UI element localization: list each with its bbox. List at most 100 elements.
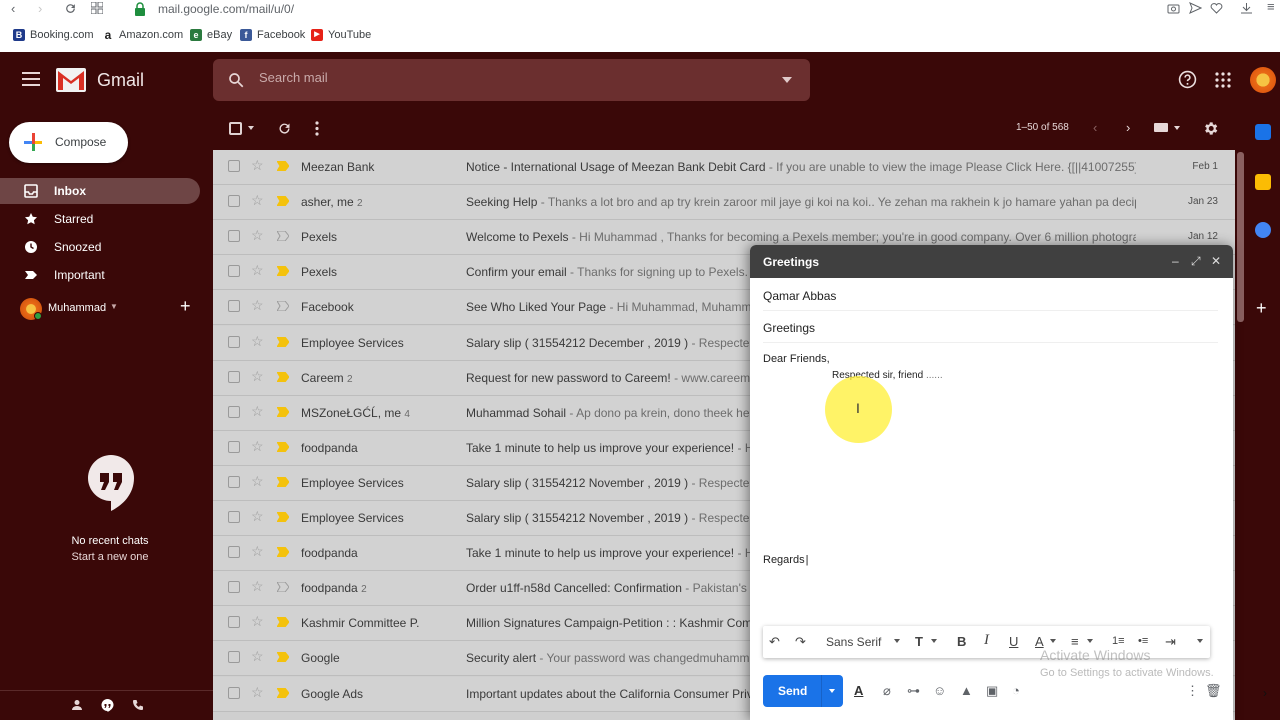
insert-link-icon[interactable]: ⊶ (907, 683, 920, 699)
sidebar-item-inbox[interactable]: Inbox (0, 178, 200, 204)
expand-icon[interactable]: ⤢ (1191, 254, 1201, 269)
font-family-select[interactable]: Sans Serif (826, 635, 881, 649)
phone-icon[interactable] (132, 699, 144, 711)
settings-gear-icon[interactable] (1202, 120, 1219, 137)
row-checkbox[interactable] (228, 616, 240, 629)
scrollbar-thumb[interactable] (1237, 152, 1244, 322)
gmail-logo-icon[interactable] (56, 68, 86, 92)
send-options-chevron-icon[interactable] (829, 689, 835, 693)
row-checkbox[interactable] (228, 581, 240, 594)
subject-field[interactable]: Greetings (763, 311, 1218, 343)
redo-icon[interactable]: ↷ (795, 634, 806, 650)
importance-marker-icon[interactable] (277, 617, 289, 628)
importance-marker-icon[interactable] (277, 687, 289, 698)
hangouts-chat-icon[interactable] (101, 699, 114, 712)
close-icon[interactable]: ✕ (1211, 254, 1221, 268)
search-icon[interactable] (227, 71, 245, 89)
importance-marker-icon[interactable] (277, 547, 289, 558)
star-icon[interactable]: ☆ (251, 543, 264, 560)
importance-marker-icon[interactable] (277, 161, 289, 171)
row-checkbox[interactable] (228, 475, 240, 488)
importance-marker-icon[interactable] (277, 266, 289, 277)
importance-marker-icon[interactable] (277, 582, 289, 593)
row-checkbox[interactable] (228, 160, 240, 172)
star-icon[interactable]: ☆ (251, 508, 264, 525)
bookmark-youtube[interactable]: ▶ YouTube (311, 29, 371, 41)
star-icon[interactable]: ☆ (251, 403, 264, 420)
add-addon-plus-icon[interactable]: + (1256, 298, 1267, 319)
importance-marker-icon[interactable] (277, 476, 289, 487)
gmail-wordmark[interactable]: Gmail (97, 70, 144, 91)
input-tools-chevron-icon[interactable] (1174, 126, 1180, 130)
compose-header[interactable]: Greetings – ⤢ ✕ (750, 245, 1233, 278)
search-options-icon[interactable] (782, 77, 792, 83)
font-chevron-icon[interactable] (894, 639, 900, 643)
chevron-down-icon[interactable]: ▼ (110, 302, 118, 311)
send-button[interactable]: Send (763, 675, 843, 707)
row-checkbox[interactable] (228, 686, 240, 699)
importance-marker-icon[interactable] (277, 231, 289, 242)
importance-marker-icon[interactable] (277, 371, 289, 382)
recipients-field[interactable]: Qamar Abbas (763, 279, 1218, 311)
download-icon[interactable] (1240, 2, 1253, 14)
undo-icon[interactable]: ↶ (769, 634, 780, 650)
apps-grid-icon[interactable] (91, 2, 103, 14)
row-checkbox[interactable] (228, 511, 240, 523)
numbered-list-icon[interactable]: 1≡ (1112, 635, 1125, 647)
menu-lines-icon[interactable]: ≡ (1267, 0, 1275, 14)
account-avatar[interactable] (1250, 67, 1276, 93)
underline-icon[interactable]: U (1009, 634, 1018, 649)
hangouts-user[interactable]: Muhammad ▼ + (20, 296, 200, 322)
bulleted-list-icon[interactable]: •≡ (1138, 635, 1148, 647)
importance-marker-icon[interactable] (277, 512, 289, 522)
contacts-icon[interactable] (71, 699, 83, 711)
importance-marker-icon[interactable] (277, 196, 289, 207)
body-closing[interactable]: Regards (763, 554, 808, 566)
row-checkbox[interactable] (228, 300, 240, 313)
send-arrow-icon[interactable] (1189, 2, 1202, 14)
star-icon[interactable]: ☆ (251, 333, 264, 350)
align-chevron-icon[interactable] (1087, 639, 1093, 643)
formatting-options-icon[interactable]: A (854, 683, 863, 698)
keep-icon[interactable] (1255, 174, 1271, 190)
sidebar-item-starred[interactable]: Starred (0, 206, 200, 232)
color-chevron-icon[interactable] (1050, 639, 1056, 643)
reload-icon[interactable] (64, 2, 77, 15)
compose-button[interactable]: Compose (9, 122, 128, 163)
row-checkbox[interactable] (228, 546, 240, 559)
bookmark-booking[interactable]: B Booking.com (13, 29, 94, 41)
star-icon[interactable]: ☆ (251, 648, 264, 665)
back-icon[interactable]: ‹ (11, 1, 15, 16)
attach-file-icon[interactable]: ⌀ (883, 683, 891, 699)
star-icon[interactable]: ☆ (251, 368, 264, 385)
insert-photo-icon[interactable]: ▣ (986, 683, 998, 699)
star-icon[interactable]: ☆ (251, 192, 264, 209)
importance-marker-icon[interactable] (277, 441, 289, 452)
row-checkbox[interactable] (228, 265, 240, 278)
main-menu-icon[interactable] (22, 72, 40, 90)
previous-page-icon[interactable]: ‹ (1093, 120, 1097, 135)
bold-icon[interactable]: B (957, 634, 966, 649)
help-icon[interactable] (1178, 70, 1197, 89)
new-chat-plus-icon[interactable]: + (180, 296, 191, 317)
insert-emoji-icon[interactable]: ☺ (933, 683, 946, 698)
bookmark-amazon[interactable]: a Amazon.com (102, 29, 183, 41)
select-all-checkbox[interactable] (229, 122, 242, 135)
next-page-icon[interactable]: › (1126, 120, 1130, 135)
more-options-icon[interactable]: ⋮ (1186, 683, 1199, 699)
row-checkbox[interactable] (228, 195, 240, 208)
star-icon[interactable]: ☆ (251, 262, 264, 279)
body-greeting[interactable]: Dear Friends, (763, 353, 830, 365)
search-box[interactable] (213, 59, 810, 101)
importance-marker-icon[interactable] (277, 336, 289, 347)
row-checkbox[interactable] (228, 335, 240, 348)
star-icon[interactable]: ☆ (251, 473, 264, 490)
star-icon[interactable]: ☆ (251, 227, 264, 244)
bookmark-ebay[interactable]: e eBay (190, 29, 232, 41)
importance-marker-icon[interactable] (277, 406, 289, 417)
sidebar-item-snoozed[interactable]: Snoozed (0, 234, 200, 260)
row-checkbox[interactable] (228, 405, 240, 418)
star-icon[interactable]: ☆ (251, 157, 264, 174)
heart-icon[interactable] (1210, 2, 1223, 14)
keyboard-icon[interactable] (1154, 123, 1168, 132)
